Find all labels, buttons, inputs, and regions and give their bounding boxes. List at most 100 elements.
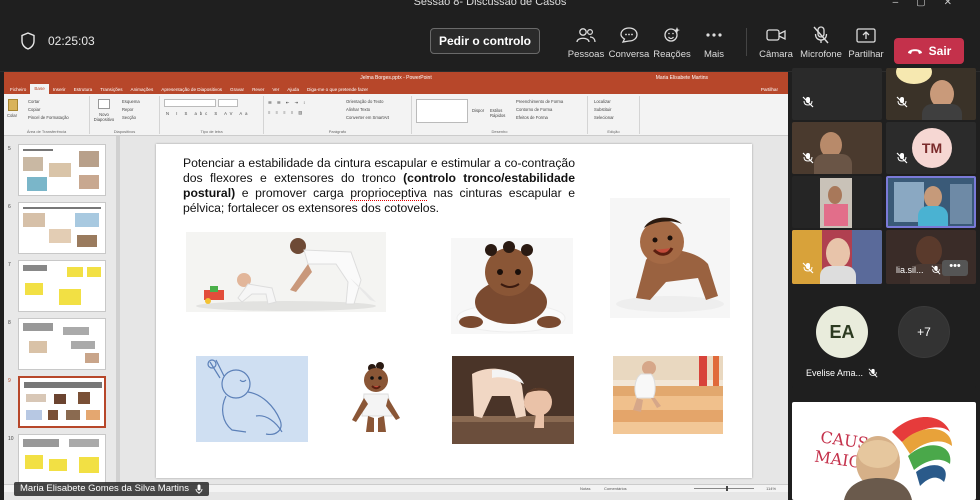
microphone-button[interactable]: Microfone	[796, 24, 846, 60]
more-button[interactable]: Mais	[690, 24, 738, 60]
font-format-buttons[interactable]: N I S abc S AV Aa	[166, 111, 250, 116]
participant-video-tile[interactable]	[792, 122, 882, 174]
leave-label: Sair	[928, 44, 952, 58]
zoom-level[interactable]: 114%	[766, 486, 776, 491]
slide-thumbnail[interactable]: 5	[6, 144, 112, 196]
avatar-ea[interactable]: EA	[816, 306, 868, 358]
slide-thumbnail[interactable]: 7	[6, 260, 112, 312]
presenter-name: Maria Elisabete Gomes da Silva Martins	[20, 483, 189, 494]
photo-baby-stairs[interactable]	[613, 356, 723, 434]
paste-icon[interactable]	[8, 99, 18, 111]
text-direction-button[interactable]: Orientação do Texto	[346, 99, 383, 104]
share-button[interactable]: Partilhar	[842, 24, 890, 60]
window-controls[interactable]: –▢✕	[893, 0, 970, 8]
tab-ficheiro[interactable]: Ficheiro	[6, 87, 30, 92]
slide-thumbnail-selected[interactable]: 9	[6, 376, 112, 428]
align-buttons[interactable]: ≡ ≡ ≡ ≡ ▥	[268, 110, 304, 115]
slide-thumbnail[interactable]: 8	[6, 318, 112, 370]
select-button[interactable]: Selecionar	[594, 115, 614, 120]
shape-fill-button[interactable]: Preenchimento de Forma	[516, 99, 563, 104]
more-participants-button[interactable]: +7	[898, 306, 950, 358]
thumb-scrollbar[interactable]	[116, 136, 120, 492]
font-size-box[interactable]	[218, 99, 238, 107]
section-button[interactable]: Secção	[122, 115, 136, 120]
find-button[interactable]: Localizar	[594, 99, 611, 104]
format-painter-button[interactable]: Pincel de Formatação	[28, 115, 69, 120]
photo-baby-reaching[interactable]	[342, 358, 406, 436]
participant-video-tile[interactable]	[792, 176, 882, 228]
shapes-gallery[interactable]	[416, 99, 468, 123]
new-slide-icon[interactable]	[98, 99, 110, 109]
ppt-user-name: Maria Elisabete Martins	[655, 75, 708, 81]
shape-effects-button[interactable]: Efeitos de Forma	[516, 115, 548, 120]
quick-styles-button[interactable]: Estilos Rápidos	[490, 108, 510, 118]
photo-baby-hands-knees[interactable]	[610, 198, 730, 318]
meeting-timer: 02:25:03	[48, 34, 95, 48]
zoom-slider[interactable]	[694, 488, 754, 489]
tab-base[interactable]: Base	[30, 84, 49, 94]
arrange-button[interactable]: Dispor	[472, 108, 484, 113]
photo-baby-push-up[interactable]	[452, 356, 574, 444]
tab-animacoes[interactable]: Animações	[127, 87, 158, 92]
tab-estrutura[interactable]: Estrutura	[70, 87, 97, 92]
ppt-titlebar: Jelma Borges.pptx - PowerPoint Maria Eli…	[4, 72, 788, 84]
camera-button[interactable]: Câmara	[752, 24, 800, 60]
participant-video-tile-lia[interactable]: lia.sil... •••	[886, 230, 976, 284]
cut-button[interactable]: Cortar	[28, 99, 40, 104]
copy-button[interactable]: Copiar	[28, 107, 40, 112]
replace-button[interactable]: Substituir	[594, 107, 611, 112]
shape-outline-button[interactable]: Contorno de Forma	[516, 107, 552, 112]
paste-label[interactable]: Colar	[7, 113, 17, 118]
self-view-video-tile[interactable]: CAUSA MAIOR	[792, 402, 976, 500]
slide-body-text[interactable]: Potenciar a estabilidade da cintura esca…	[183, 156, 575, 216]
slide-thumbnail-pane: 5 6 7 8 9 10	[4, 136, 116, 492]
more-options-icon[interactable]: •••	[942, 260, 968, 276]
list-buttons[interactable]: ☰ ☰ ⇤ ⇥ ↕	[268, 100, 307, 105]
tab-transicoes[interactable]: Transições	[96, 87, 126, 92]
more-label: Mais	[703, 49, 725, 60]
request-control-button[interactable]: Pedir o controlo	[430, 28, 540, 54]
more-icon	[706, 33, 722, 37]
editing-group: Localizar Substituir Selecionar Edição	[588, 96, 640, 134]
chat-button[interactable]: Conversa	[605, 24, 653, 60]
tab-rever[interactable]: Rever	[248, 87, 268, 92]
reactions-button[interactable]: Reações	[648, 24, 696, 60]
reset-button[interactable]: Repor	[122, 107, 133, 112]
slide-thumbnail[interactable]: 6	[6, 202, 112, 254]
participant-video-tile[interactable]	[886, 68, 976, 120]
people-button[interactable]: Pessoas	[562, 24, 610, 60]
shield-icon[interactable]	[20, 32, 36, 50]
tab-ver[interactable]: Ver	[268, 87, 283, 92]
people-icon	[576, 28, 596, 43]
zoom-slider-thumb[interactable]	[726, 486, 728, 491]
font-name-box[interactable]	[164, 99, 216, 107]
tell-me-search[interactable]: Diga-me o que pretende fazer	[303, 87, 372, 92]
ppt-share-button[interactable]: Partilhar	[757, 87, 782, 92]
notes-button[interactable]: Notas	[580, 486, 590, 491]
photo-sketch-baby[interactable]	[196, 356, 308, 442]
tab-apresentacao[interactable]: Apresentação de Diapositivos	[157, 87, 226, 92]
slide-canvas[interactable]: Potenciar a estabilidade da cintura esca…	[156, 144, 752, 478]
photo-baby-prone[interactable]	[451, 238, 573, 334]
tab-inserir[interactable]: Inserir	[49, 87, 70, 92]
hangup-icon	[907, 49, 922, 54]
smartart-button[interactable]: Converter em SmartArt	[346, 115, 389, 120]
participant-tile-muted[interactable]	[792, 68, 882, 120]
leave-button[interactable]: Sair	[894, 38, 964, 64]
muted-mic-icon	[802, 96, 814, 108]
participant-video-tile-active-speaker[interactable]	[886, 176, 976, 228]
thumb-number: 5	[8, 146, 11, 152]
comments-button[interactable]: Comentários	[604, 486, 627, 491]
participant-video-tile[interactable]	[792, 230, 882, 284]
layout-button[interactable]: Esquema	[122, 99, 140, 104]
reactions-icon	[664, 27, 680, 42]
tab-ajuda[interactable]: Ajuda	[283, 87, 303, 92]
tab-gravar[interactable]: Gravar	[226, 87, 248, 92]
align-text-button[interactable]: Alinhar Texto	[346, 107, 370, 112]
slides-group-label: Diapositivos	[113, 129, 136, 134]
new-slide-label[interactable]: Novo Diapositivo	[92, 112, 116, 122]
photo-father-baby-crawling[interactable]	[186, 232, 386, 312]
participant-avatar-tile[interactable]: TM	[886, 122, 976, 174]
slide-thumbnail[interactable]: 10	[6, 434, 112, 486]
window-titlebar: Sessão 8- Discussão de Casos –▢✕	[0, 0, 980, 10]
